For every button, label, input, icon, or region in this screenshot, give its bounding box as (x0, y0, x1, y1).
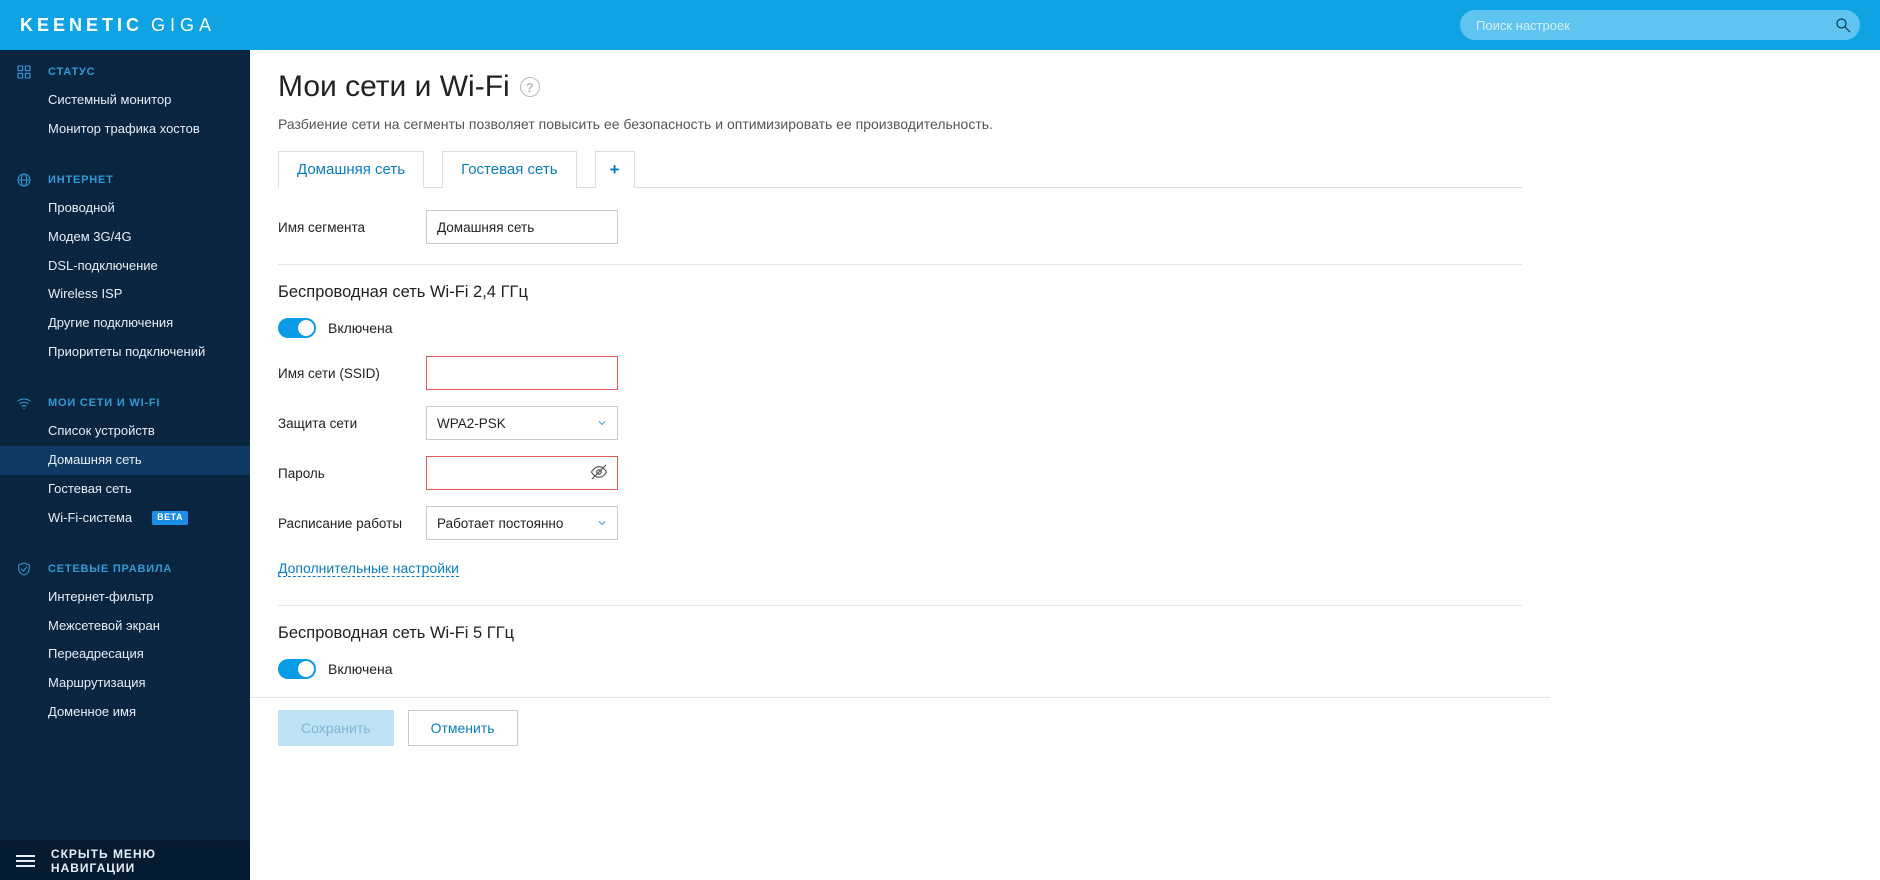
brand-model: GIGA (151, 15, 216, 36)
sidebar-group-rules[interactable]: СЕТЕВЫЕ ПРАВИЛА (0, 547, 250, 583)
sidebar-item-other-conn[interactable]: Другие подключения (0, 309, 250, 338)
page-subtitle: Разбиение сети на сегменты позволяет пов… (278, 116, 1522, 132)
schedule-select[interactable] (426, 506, 618, 540)
sidebar-item-modem[interactable]: Модем 3G/4G (0, 223, 250, 252)
beta-badge: BETA (152, 511, 188, 525)
segment-name-input[interactable] (426, 210, 618, 244)
divider (278, 605, 1522, 606)
save-button[interactable]: Сохранить (278, 710, 394, 746)
sidebar-item-dsl[interactable]: DSL-подключение (0, 252, 250, 281)
ssid-input[interactable] (426, 356, 618, 390)
sidebar-item-label: Маршрутизация (48, 675, 146, 692)
wifi5-section-title: Беспроводная сеть Wi-Fi 5 ГГц (278, 624, 1522, 643)
tab-guest-network[interactable]: Гостевая сеть (442, 151, 576, 188)
sidebar-item-label: Модем 3G/4G (48, 229, 132, 246)
sidebar-item-wisp[interactable]: Wireless ISP (0, 280, 250, 309)
segment-name-label: Имя сегмента (278, 220, 408, 235)
sidebar-item-conn-priority[interactable]: Приоритеты подключений (0, 338, 250, 367)
sidebar-item-internet-filter[interactable]: Интернет-фильтр (0, 583, 250, 612)
password-label: Пароль (278, 466, 408, 481)
sidebar-item-label: Интернет-фильтр (48, 589, 154, 606)
search-icon[interactable] (1832, 14, 1854, 36)
sidebar-item-label: Гостевая сеть (48, 481, 132, 498)
sidebar-item-firewall[interactable]: Межсетевой экран (0, 612, 250, 641)
cancel-button[interactable]: Отменить (408, 710, 518, 746)
page-title: Мои сети и Wi-Fi ? (278, 70, 1522, 104)
sidebar-group-label: ИНТЕРНЕТ (48, 174, 114, 186)
brand-logo: KEENETIC GIGA (20, 15, 216, 36)
sidebar-item-label: Доменное имя (48, 704, 136, 721)
search-wrap (1460, 10, 1860, 40)
sidebar-item-label: Переадресация (48, 646, 144, 663)
sidebar-item-home-network[interactable]: Домашняя сеть (0, 446, 250, 475)
search-input[interactable] (1460, 10, 1860, 40)
security-label: Защита сети (278, 416, 408, 431)
help-icon[interactable]: ? (520, 77, 540, 97)
sidebar-group-label: МОИ СЕТИ И WI-FI (48, 397, 160, 409)
sidebar: СТАТУС Системный монитор Монитор трафика… (0, 50, 250, 880)
sidebar-group-networks[interactable]: МОИ СЕТИ И WI-FI (0, 381, 250, 417)
sidebar-item-label: Приоритеты подключений (48, 344, 205, 361)
wifi5-enable-toggle[interactable] (278, 659, 316, 679)
sidebar-item-label: DSL-подключение (48, 258, 158, 275)
brand-name: KEENETIC (20, 15, 143, 36)
wifi24-section-title: Беспроводная сеть Wi-Fi 2,4 ГГц (278, 283, 1522, 302)
advanced-settings-link[interactable]: Дополнительные настройки (278, 560, 459, 577)
dashboard-icon (14, 64, 34, 80)
tabs: Домашняя сеть Гостевая сеть + (278, 150, 1522, 188)
globe-icon (14, 172, 34, 188)
schedule-label: Расписание работы (278, 516, 408, 531)
divider (278, 264, 1522, 265)
sidebar-item-port-forward[interactable]: Переадресация (0, 640, 250, 669)
sidebar-group-label: СТАТУС (48, 66, 95, 78)
sidebar-group-label: СЕТЕВЫЕ ПРАВИЛА (48, 563, 172, 575)
sidebar-item-device-list[interactable]: Список устройств (0, 417, 250, 446)
sidebar-group-internet[interactable]: ИНТЕРНЕТ (0, 158, 250, 194)
sidebar-item-guest-network[interactable]: Гостевая сеть (0, 475, 250, 504)
wifi24-enable-toggle[interactable] (278, 318, 316, 338)
sidebar-item-label: Wireless ISP (48, 286, 122, 303)
sidebar-item-label: Wi-Fi-система (48, 510, 132, 527)
app-header: KEENETIC GIGA (0, 0, 1880, 50)
wifi5-enable-label: Включена (328, 661, 393, 677)
sidebar-item-traffic-monitor[interactable]: Монитор трафика хостов (0, 115, 250, 144)
eye-off-icon[interactable] (590, 463, 610, 483)
sidebar-item-label: Другие подключения (48, 315, 173, 332)
sidebar-group-status[interactable]: СТАТУС (0, 50, 250, 86)
main-content: Мои сети и Wi-Fi ? Разбиение сети на сег… (250, 50, 1880, 880)
tab-label: Гостевая сеть (461, 161, 557, 178)
hamburger-icon (16, 855, 35, 867)
sidebar-item-routing[interactable]: Маршрутизация (0, 669, 250, 698)
sidebar-item-system-monitor[interactable]: Системный монитор (0, 86, 250, 115)
tab-home-network[interactable]: Домашняя сеть (278, 151, 424, 188)
sidebar-item-label: Список устройств (48, 423, 155, 440)
shield-icon (14, 561, 34, 577)
tab-label: Домашняя сеть (297, 161, 405, 178)
sidebar-item-wifi-system[interactable]: Wi-Fi-система BETA (0, 504, 250, 533)
sidebar-item-label: Проводной (48, 200, 115, 217)
tab-add-button[interactable]: + (595, 151, 635, 188)
sidebar-item-domain-name[interactable]: Доменное имя (0, 698, 250, 727)
sidebar-item-label: Системный монитор (48, 92, 171, 109)
sidebar-item-label: Домашняя сеть (48, 452, 142, 469)
ssid-label: Имя сети (SSID) (278, 366, 408, 381)
wifi24-enable-label: Включена (328, 320, 393, 336)
sidebar-item-label: Монитор трафика хостов (48, 121, 200, 138)
action-bar: Сохранить Отменить (250, 697, 1550, 758)
security-select[interactable] (426, 406, 618, 440)
wifi-icon (14, 395, 34, 411)
collapse-nav-label: СКРЫТЬ МЕНЮ НАВИГАЦИИ (51, 847, 234, 875)
sidebar-item-label: Межсетевой экран (48, 618, 160, 635)
collapse-nav-button[interactable]: СКРЫТЬ МЕНЮ НАВИГАЦИИ (0, 840, 250, 880)
page-title-text: Мои сети и Wi-Fi (278, 70, 510, 104)
sidebar-item-wired[interactable]: Проводной (0, 194, 250, 223)
